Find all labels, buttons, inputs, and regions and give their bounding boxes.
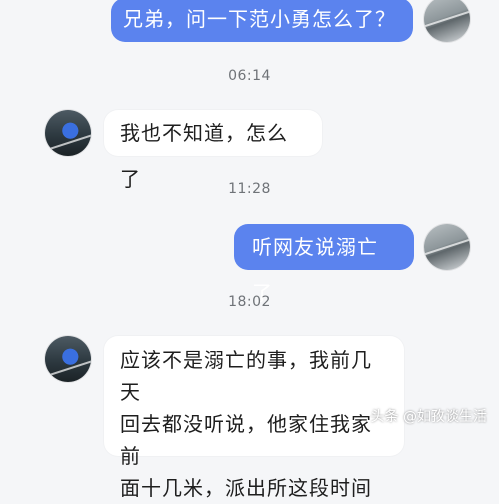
watermark: 头条 @如孜谈生活 — [370, 409, 487, 425]
my-avatar[interactable] — [424, 0, 470, 42]
received-message-bubble[interactable]: 我也不知道，怎么了 — [104, 110, 322, 191]
contact-avatar[interactable] — [45, 336, 91, 382]
chat-thread: 兄弟，问一下范小勇怎么了？ 06:14 我也不知道，怎么了 11:28 听网友说… — [0, 0, 499, 500]
message-line: 回去都没听说，他家住我家前 — [120, 412, 372, 468]
sent-message-bubble[interactable]: 听网友说溺亡了 — [234, 224, 414, 305]
message-text: 兄弟，问一下范小勇怎么了？ — [123, 7, 396, 31]
timestamp: 11:28 — [228, 181, 271, 197]
sent-message-bubble[interactable]: 兄弟，问一下范小勇怎么了？ — [111, 0, 413, 42]
my-avatar[interactable] — [424, 224, 470, 270]
received-message-bubble[interactable]: 应该不是溺亡的事，我前几天 回去都没听说，他家住我家前 面十几米，派出所这段时间 — [104, 336, 404, 500]
timestamp: 06:14 — [228, 68, 271, 84]
timestamp: 18:02 — [228, 294, 271, 310]
message-line: 应该不是溺亡的事，我前几天 — [120, 348, 372, 404]
message-line: 面十几米，派出所这段时间 — [120, 476, 372, 500]
contact-avatar[interactable] — [45, 110, 91, 156]
